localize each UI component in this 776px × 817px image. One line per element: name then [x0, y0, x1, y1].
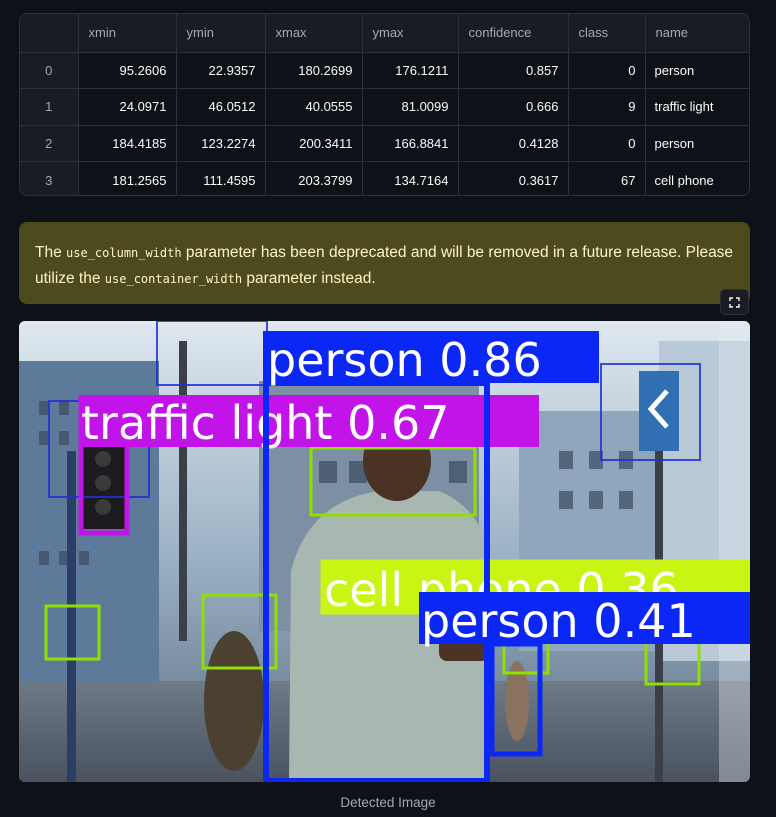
cell-confidence[interactable]: 0.666 [458, 88, 569, 126]
person-main-label: person 0.86 [267, 333, 542, 387]
fullscreen-icon [729, 296, 740, 308]
column-header-name[interactable]: name [645, 14, 749, 53]
warning-text-prefix: The [35, 244, 67, 261]
warning-text-suffix: parameter instead. [242, 270, 376, 287]
cell-confidence[interactable]: 0.857 [458, 52, 569, 89]
image-caption: Detected Image [340, 795, 436, 810]
column-header-confidence[interactable]: confidence [458, 14, 569, 53]
cell-xmin[interactable]: 95.2606 [78, 52, 177, 89]
row-index: 1 [20, 88, 79, 126]
row-index: 2 [20, 125, 79, 162]
cell-confidence[interactable]: 0.3617 [458, 161, 569, 195]
cell-ymin[interactable]: 46.0512 [176, 88, 266, 126]
detected-image: cell phone 0.36 traffic light 0.67 perso… [19, 321, 750, 782]
cell-name[interactable]: person [645, 125, 749, 162]
cell-class[interactable]: 9 [568, 88, 646, 126]
fullscreen-button[interactable] [720, 289, 749, 315]
column-header-xmin[interactable]: xmin [78, 14, 177, 53]
cell-name[interactable]: cell phone [645, 162, 749, 196]
pedestrian-left [204, 631, 264, 771]
cell-ymin[interactable]: 111.4595 [176, 161, 266, 195]
cell-xmin[interactable]: 24.0971 [78, 88, 177, 126]
row-index: 0 [20, 52, 79, 89]
cell-name[interactable]: traffic light [645, 88, 749, 126]
street-pole-left [67, 451, 76, 782]
table-header-row: xmin ymin xmax ymax confidence class nam… [20, 14, 749, 53]
table-row: 2 184.4185 123.2274 200.3411 166.8841 0.… [20, 125, 749, 162]
warning-code-column-width: use_column_width [66, 246, 182, 260]
detection-scene: cell phone 0.36 traffic light 0.67 perso… [19, 321, 750, 782]
cell-ymin[interactable]: 22.9357 [176, 52, 266, 89]
cell-ymax[interactable]: 176.1211 [362, 52, 459, 89]
cell-class[interactable]: 0 [568, 125, 646, 162]
cell-class[interactable]: 67 [568, 161, 646, 195]
column-header-class[interactable]: class [568, 14, 646, 53]
cell-ymax[interactable]: 134.7164 [362, 161, 459, 195]
cell-xmin[interactable]: 184.4185 [78, 125, 177, 162]
cell-xmax[interactable]: 203.3799 [265, 161, 363, 195]
cell-class[interactable]: 0 [568, 52, 646, 89]
table-row: 1 24.0971 46.0512 40.0555 81.0099 0.666 … [20, 88, 749, 126]
table-row: 3 181.2565 111.4595 203.3799 134.7164 0.… [20, 161, 749, 196]
dataframe-table[interactable]: xmin ymin xmax ymax confidence class nam… [19, 13, 750, 196]
deprecation-warning: The use_column_width parameter has been … [19, 222, 750, 304]
column-header-ymax[interactable]: ymax [362, 14, 459, 53]
row-index: 3 [20, 161, 79, 195]
warning-code-container-width: use_container_width [104, 272, 243, 286]
cell-xmax[interactable]: 180.2699 [265, 52, 363, 89]
cell-ymax[interactable]: 166.8841 [362, 125, 459, 162]
cell-xmax[interactable]: 200.3411 [265, 125, 363, 162]
cell-xmax[interactable]: 40.0555 [265, 88, 363, 126]
table-row: 0 95.2606 22.9357 180.2699 176.1211 0.85… [20, 52, 749, 89]
cell-name[interactable]: person [645, 52, 749, 89]
cell-ymin[interactable]: 123.2274 [176, 125, 266, 162]
column-header-xmax[interactable]: xmax [265, 14, 363, 53]
cell-ymax[interactable]: 81.0099 [362, 88, 459, 126]
cell-xmin[interactable]: 181.2565 [78, 161, 177, 195]
column-header-ymin[interactable]: ymin [176, 14, 266, 53]
road-sign [639, 371, 679, 451]
cell-confidence[interactable]: 0.4128 [458, 125, 569, 162]
person-secondary-label: person 0.41 [421, 594, 696, 648]
column-header-index[interactable] [20, 14, 79, 53]
